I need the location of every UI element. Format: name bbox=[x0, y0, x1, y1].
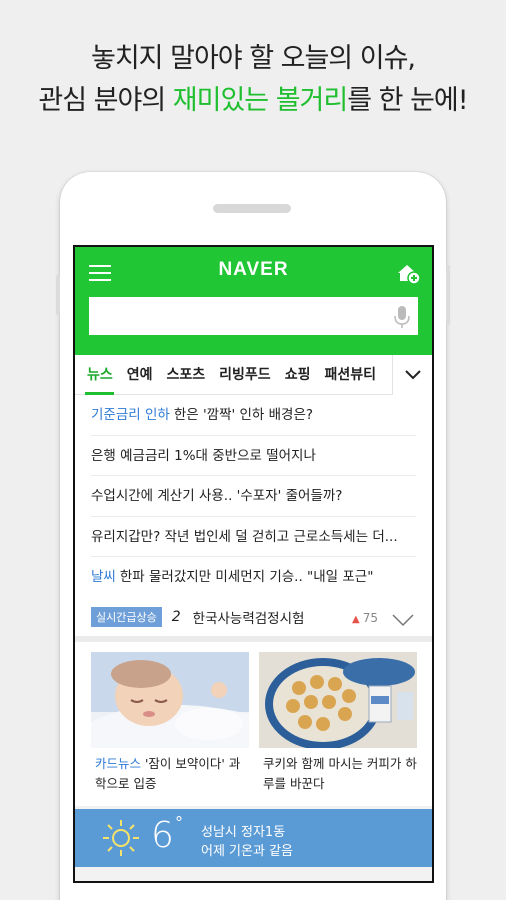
news-title: 한파 물러갔지만 미세먼지 기승.. "내일 포근" bbox=[119, 569, 374, 585]
news-item[interactable]: 날씨 한파 물러갔지만 미세먼지 기승.. "내일 포근" bbox=[91, 557, 416, 598]
content-card[interactable]: 쿠키와 함께 마시는 커피가 하루를 바꾼다 bbox=[259, 651, 417, 794]
content-cards: 카드뉴스 '잠이 보약이다' 과학으로 입증 쿠키와 함께 마시는 커피가 하루… bbox=[75, 641, 432, 806]
news-list: 기준금리 인하 한은 '깜짝' 인하 배경은? 은행 예금금리 1%대 중반으로 … bbox=[75, 395, 432, 598]
search-input[interactable] bbox=[89, 297, 418, 335]
weather-location: 성남시 정자1동 bbox=[201, 825, 286, 840]
tab-entertainment[interactable]: 연예 bbox=[120, 355, 160, 395]
headline-highlight: 재미있는 볼거리 bbox=[172, 85, 348, 116]
news-title: 유리지갑만? 작년 법인세 덜 걷히고 근로소득세는 더... bbox=[91, 528, 398, 545]
category-tabs: 뉴스 연예 스포츠 리빙푸드 쇼핑 패션뷰티 bbox=[75, 355, 432, 395]
cookies-image bbox=[259, 651, 417, 748]
realtime-trending: 실시간급상승 2 한국사능력검정시험 ▲ 75 bbox=[75, 597, 432, 642]
tab-fashion-beauty[interactable]: 패션뷰티 bbox=[317, 355, 383, 395]
arrow-up-icon: ▲ bbox=[352, 613, 360, 625]
chevron-down-icon bbox=[404, 370, 421, 380]
card-caption: 카드뉴스 '잠이 보약이다' 과학으로 입증 bbox=[91, 754, 249, 794]
promo-headline: 놓치지 말아야 할 오늘의 이슈, 관심 분야의 재미있는 볼거리를 한 눈에! bbox=[0, 38, 506, 122]
headline-line1: 놓치지 말아야 할 오늘의 이슈, bbox=[91, 43, 416, 74]
app-header: NAVER bbox=[75, 247, 432, 355]
news-item[interactable]: 수업시간에 계산기 사용.. '수포자' 줄어들까? bbox=[91, 476, 416, 517]
weather-degree: ° bbox=[175, 813, 183, 832]
phone-side-button-left bbox=[56, 275, 60, 315]
news-item[interactable]: 기준금리 인하 한은 '깜짝' 인하 배경은? bbox=[91, 395, 416, 436]
add-home-icon[interactable] bbox=[396, 261, 420, 285]
phone-side-button-right bbox=[446, 265, 450, 325]
realtime-change-value: 75 bbox=[362, 610, 378, 625]
news-title: 은행 예금금리 1%대 중반으로 떨어지나 bbox=[91, 447, 316, 464]
card-caption: 쿠키와 함께 마시는 커피가 하루를 바꾼다 bbox=[259, 754, 417, 794]
weather-temperature: 6 bbox=[151, 815, 174, 856]
news-title: 한은 '깜짝' 인하 배경은? bbox=[173, 407, 314, 423]
baby-image bbox=[91, 651, 249, 748]
headline-line2-before: 관심 분야의 bbox=[38, 85, 173, 116]
news-keyword: 날씨 bbox=[91, 569, 116, 585]
weather-widget[interactable]: 6 ° 성남시 정자1동 어제 기온과 같음 bbox=[75, 809, 432, 867]
realtime-keyword[interactable]: 한국사능력검정시험 bbox=[193, 607, 305, 627]
realtime-badge[interactable]: 실시간급상승 bbox=[91, 606, 162, 627]
tab-news[interactable]: 뉴스 bbox=[75, 355, 120, 395]
realtime-change: ▲ 75 bbox=[352, 611, 378, 625]
weather-comparison: 어제 기온과 같음 bbox=[201, 844, 293, 859]
news-item[interactable]: 은행 예금금리 1%대 중반으로 떨어지나 bbox=[91, 436, 416, 476]
news-keyword: 기준금리 인하 bbox=[91, 407, 170, 423]
content-card[interactable]: 카드뉴스 '잠이 보약이다' 과학으로 입증 bbox=[91, 651, 249, 794]
sun-icon bbox=[103, 820, 139, 856]
mic-icon[interactable] bbox=[394, 305, 410, 329]
headline-line2: 관심 분야의 재미있는 볼거리를 한 눈에! bbox=[0, 80, 506, 122]
tabs-more-button[interactable] bbox=[392, 355, 432, 395]
app-screen: NAVER 뉴스 연예 스포츠 리빙푸드 쇼핑 패션뷰티 기준금리 인하 한은 '… bbox=[73, 245, 434, 883]
card-keyword: 카드뉴스 bbox=[95, 755, 142, 771]
tab-shopping[interactable]: 쇼핑 bbox=[278, 355, 318, 395]
realtime-rank: 2 bbox=[171, 608, 181, 625]
headline-line2-after: 를 한 눈에! bbox=[347, 85, 468, 116]
tab-living-food[interactable]: 리빙푸드 bbox=[212, 355, 278, 395]
card-text: 쿠키와 함께 마시는 커피가 하루를 바꾼다 bbox=[263, 755, 417, 791]
naver-logo[interactable]: NAVER bbox=[75, 259, 432, 281]
news-item[interactable]: 유리지갑만? 작년 법인세 덜 걷히고 근로소득세는 더... bbox=[91, 517, 416, 557]
phone-speaker bbox=[213, 204, 291, 213]
expand-chevron-icon[interactable] bbox=[392, 613, 414, 627]
tab-sports[interactable]: 스포츠 bbox=[160, 355, 213, 395]
news-title: 수업시간에 계산기 사용.. '수포자' 줄어들까? bbox=[91, 488, 343, 504]
